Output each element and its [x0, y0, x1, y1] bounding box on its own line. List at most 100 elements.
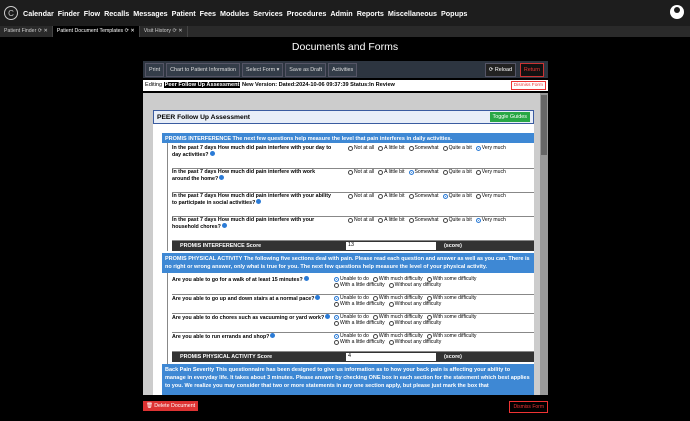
radio-button[interactable]: [372, 333, 378, 339]
help-icon[interactable]: [303, 276, 309, 281]
help-icon[interactable]: [209, 151, 215, 156]
radio-option[interactable]: Quite a bit: [442, 145, 472, 151]
radio-option[interactable]: Somewhat: [408, 193, 439, 199]
toggle-guides-button[interactable]: Toggle Guides: [489, 112, 530, 122]
dismiss-form-footer-button[interactable]: Dismiss Form: [509, 401, 548, 413]
menu-item-procedures[interactable]: Procedures: [287, 9, 327, 18]
radio-option[interactable]: A little bit: [378, 145, 405, 151]
radio-option[interactable]: With a little difficulty: [334, 320, 385, 326]
app-logo-icon[interactable]: C: [4, 6, 18, 20]
menu-item-fees[interactable]: Fees: [200, 9, 216, 18]
radio-option[interactable]: Not at all: [348, 169, 374, 175]
radio-button[interactable]: [378, 169, 384, 175]
radio-button[interactable]: [388, 320, 394, 326]
radio-button[interactable]: [388, 339, 394, 345]
radio-option[interactable]: Somewhat: [408, 217, 439, 223]
tab-0[interactable]: Patient Finder ⟳ ✕: [0, 26, 53, 37]
radio-option[interactable]: Somewhat: [408, 169, 439, 175]
radio-button[interactable]: [475, 217, 481, 223]
save-draft-button[interactable]: Save as Draft: [285, 62, 326, 77]
menu-item-flow[interactable]: Flow: [84, 9, 100, 18]
radio-option[interactable]: With a little difficulty: [334, 339, 385, 345]
tab-2[interactable]: Visit History ⟳ ✕: [140, 26, 188, 37]
menu-item-miscellaneous[interactable]: Miscellaneous: [388, 9, 437, 18]
radio-button[interactable]: [426, 295, 432, 301]
radio-button[interactable]: [334, 282, 339, 288]
radio-button[interactable]: [372, 276, 378, 282]
radio-option[interactable]: With a little difficulty: [334, 282, 385, 288]
radio-option[interactable]: Quite a bit: [442, 169, 472, 175]
radio-button[interactable]: [378, 217, 384, 223]
help-icon[interactable]: [221, 223, 227, 228]
radio-button[interactable]: [372, 314, 378, 320]
radio-button[interactable]: [408, 145, 414, 151]
radio-option[interactable]: With a little difficulty: [334, 301, 385, 307]
radio-button[interactable]: [475, 145, 481, 151]
radio-button[interactable]: [334, 333, 339, 339]
radio-button[interactable]: [442, 193, 448, 199]
radio-button[interactable]: [442, 145, 448, 151]
menu-item-messages[interactable]: Messages: [133, 9, 167, 18]
radio-option[interactable]: Without any difficulty: [388, 320, 441, 326]
radio-button[interactable]: [334, 276, 339, 282]
menu-item-calendar[interactable]: Calendar: [23, 9, 54, 18]
help-icon[interactable]: [325, 314, 331, 319]
menu-item-patient[interactable]: Patient: [172, 9, 196, 18]
menu-item-recalls[interactable]: Recalls: [104, 9, 129, 18]
menu-item-popups[interactable]: Popups: [441, 9, 467, 18]
radio-button[interactable]: [408, 217, 414, 223]
scrollbar[interactable]: [540, 93, 548, 395]
radio-button[interactable]: [372, 295, 378, 301]
radio-button[interactable]: [442, 169, 448, 175]
menu-item-services[interactable]: Services: [253, 9, 283, 18]
select-form-dropdown[interactable]: Select Form ▾: [242, 62, 284, 77]
tab-close-icon[interactable]: ✕: [42, 28, 48, 34]
radio-button[interactable]: [378, 145, 384, 151]
radio-option[interactable]: Very much: [475, 145, 506, 151]
activities-button[interactable]: Activities: [327, 62, 358, 77]
radio-option[interactable]: Quite a bit: [442, 217, 472, 223]
menu-item-finder[interactable]: Finder: [58, 9, 80, 18]
radio-option[interactable]: Quite a bit: [442, 193, 472, 199]
radio-option[interactable]: Very much: [475, 169, 506, 175]
radio-option[interactable]: Somewhat: [408, 145, 439, 151]
dismiss-form-button[interactable]: Dismiss Form: [510, 81, 546, 90]
radio-option[interactable]: Very much: [475, 193, 506, 199]
radio-option[interactable]: A little bit: [378, 217, 405, 223]
reload-button[interactable]: ⟳ Reload: [484, 62, 516, 77]
radio-button[interactable]: [426, 276, 432, 282]
radio-button[interactable]: [475, 169, 481, 175]
radio-option[interactable]: A little bit: [378, 169, 405, 175]
tab-close-icon[interactable]: ✕: [177, 28, 182, 34]
help-icon[interactable]: [219, 175, 225, 180]
menu-item-reports[interactable]: Reports: [357, 9, 384, 18]
radio-button[interactable]: [348, 193, 353, 199]
radio-button[interactable]: [348, 217, 353, 223]
help-icon[interactable]: [315, 295, 321, 300]
radio-option[interactable]: Very much: [475, 217, 506, 223]
radio-button[interactable]: [426, 333, 432, 339]
score-value[interactable]: 4: [346, 353, 436, 361]
user-avatar-icon[interactable]: [670, 5, 684, 19]
radio-button[interactable]: [378, 193, 384, 199]
scrollbar-thumb[interactable]: [541, 95, 547, 155]
return-button[interactable]: Return: [519, 62, 544, 77]
radio-button[interactable]: [442, 217, 448, 223]
radio-option[interactable]: Without any difficulty: [388, 282, 441, 288]
menu-item-admin[interactable]: Admin: [330, 9, 352, 18]
chart-to-patient-button[interactable]: Chart to Patient Information: [166, 62, 241, 77]
radio-button[interactable]: [334, 339, 339, 345]
radio-option[interactable]: Not at all: [348, 193, 374, 199]
radio-button[interactable]: [348, 169, 353, 175]
radio-button[interactable]: [475, 193, 481, 199]
radio-button[interactable]: [388, 282, 394, 288]
print-button[interactable]: Print: [145, 62, 165, 77]
radio-option[interactable]: Without any difficulty: [388, 301, 441, 307]
radio-button[interactable]: [408, 193, 414, 199]
tab-1[interactable]: Patient Document Templates ⟳ ✕: [52, 26, 140, 37]
radio-button[interactable]: [408, 169, 414, 175]
radio-button[interactable]: [334, 320, 339, 326]
radio-button[interactable]: [334, 301, 339, 307]
delete-document-button[interactable]: 🗑 Delete Document: [143, 401, 199, 411]
tab-close-icon[interactable]: ✕: [129, 28, 134, 34]
